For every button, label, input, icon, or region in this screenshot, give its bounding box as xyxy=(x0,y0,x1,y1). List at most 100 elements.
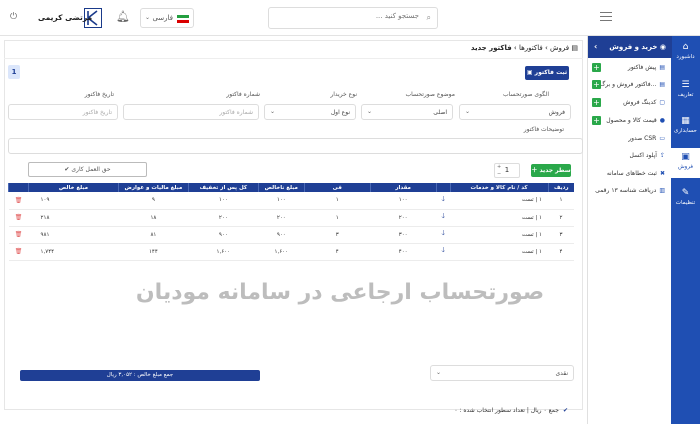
subnav-item-proforma[interactable]: پیش فاکتور ▤ xyxy=(628,64,665,71)
footer-summary: ✔جمع ۰ ریال | تعداد سطور انتخاب شده : ۰ xyxy=(454,407,568,414)
col-header: کد / نام کالا و خدمات xyxy=(449,183,549,192)
arrow-down-icon[interactable]: 🡓 xyxy=(436,243,451,261)
search-input[interactable] xyxy=(279,12,419,20)
payment-method-select[interactable]: ⌄ نقدی xyxy=(430,365,574,381)
add-proforma-icon[interactable]: + xyxy=(592,63,601,72)
buyer-type-select[interactable]: ⌄ نوع اول xyxy=(264,104,356,120)
col-header: مقدار xyxy=(369,183,437,192)
subnav-title[interactable]: ‹ خرید و فروش ◉ xyxy=(588,36,672,58)
chevron-down-icon: ⌄ xyxy=(436,369,442,376)
gear-icon: ✎ xyxy=(681,188,690,198)
table-row[interactable]: ۲ ۱ | تست 🡓 ۲۰۰ ۱ ۲۰۰ ۲۰۰ ۱۸ ۲۱۸ 🗑︎ xyxy=(8,209,574,227)
col-header xyxy=(7,183,29,192)
cart-icon: ▣ xyxy=(681,152,690,162)
coding-icon: ▢ xyxy=(659,99,665,106)
commission-button[interactable]: ✔ حق العمل کاری xyxy=(28,162,147,177)
subnav-item-excel-upload[interactable]: آپلود اکسل ⇪ xyxy=(630,152,665,159)
tab-badge[interactable]: 1 xyxy=(8,65,20,79)
list-icon: ☰ xyxy=(681,80,690,90)
add-row-button[interactable]: ＋ سطر جدید xyxy=(531,164,571,177)
sub-navigation: ‹ خرید و فروش ◉ پیش فاکتور ▤ + فاکتور فرو… xyxy=(587,36,672,424)
col-header: مبلغ مالیات و عوارض xyxy=(117,183,189,192)
arrow-down-icon[interactable]: 🡓 xyxy=(436,192,451,210)
plus-icon: ＋ xyxy=(531,167,538,174)
invoice-date-label: تاریخ فاکتور xyxy=(84,91,114,98)
watermark-caption: صورتحساب ارجاعی در سامانه مودیان xyxy=(135,280,545,305)
trash-icon[interactable]: 🗑︎ xyxy=(8,209,29,227)
add-price-icon[interactable]: + xyxy=(592,116,601,125)
stepper-arrows-icon: + − xyxy=(497,164,502,177)
upload-icon: ⇪ xyxy=(659,152,665,159)
save-icon: ▣ xyxy=(526,69,533,76)
table-row[interactable]: ۳ ۱ | تست 🡓 ۳۰۰ ۳ ۹۰۰ ۹۰۰ ۸۱ ۹۸۱ 🗑︎ xyxy=(8,226,574,244)
subject-label: موضوع صورتحساب xyxy=(405,91,455,98)
add-coding-icon[interactable]: + xyxy=(592,98,601,107)
col-header: مبلغ ناخالص xyxy=(257,183,305,192)
document-icon: ▤ xyxy=(659,81,665,88)
subnav-item-product-price[interactable]: قیمت کالا و محصول ● xyxy=(606,117,665,124)
description-textarea[interactable] xyxy=(8,138,583,154)
chevron-left-icon: ‹ xyxy=(594,42,598,51)
iconbar-item-accounting[interactable]: ▦ حسابداری xyxy=(671,116,700,134)
col-header xyxy=(435,183,451,192)
col-header: کل پس از تخفیف xyxy=(187,183,259,192)
buyer-type-label: نوع خریدار xyxy=(330,91,357,98)
breadcrumb-parent[interactable]: فاکتورها xyxy=(519,44,543,52)
trash-icon[interactable]: 🗑︎ xyxy=(8,226,29,244)
search-icon: ⌕ xyxy=(426,13,431,22)
invoice-number-input[interactable]: شماره فاکتور xyxy=(123,104,259,120)
calculator-icon: ▦ xyxy=(681,116,690,126)
chevron-down-icon: ⌄ xyxy=(270,108,276,115)
subject-select[interactable]: ⌄ اصلی xyxy=(361,104,453,120)
user-name[interactable]: مرتضی کریمی xyxy=(38,13,92,22)
bell-icon[interactable]: 🔔︎ xyxy=(116,10,130,23)
home-icon: ⌂ xyxy=(682,42,689,52)
divider xyxy=(4,58,583,59)
invoice-number-label: شماره فاکتور xyxy=(226,91,260,98)
language-label: فارسی xyxy=(152,14,173,22)
pattern-select[interactable]: ⌄ فروش xyxy=(459,104,571,120)
items-table: ردیف کد / نام کالا و خدمات مقدار فی مبلغ… xyxy=(7,183,574,261)
description-label: توضیحات فاکتور xyxy=(523,126,564,133)
arrow-down-icon[interactable]: 🡓 xyxy=(436,209,451,227)
col-header: مبلغ خالص xyxy=(28,183,119,192)
subnav-item-csr[interactable]: صدور CSR ▭ xyxy=(628,135,665,142)
subnav-item-sales-invoice[interactable]: فاکتور فروش و برگ... ▤ xyxy=(600,81,665,88)
total-net-amount: جمع مبلغ خالص : ۳,۰۵۲ ریال xyxy=(20,370,260,381)
power-icon[interactable]: ⏻ xyxy=(10,12,17,22)
iconbar-item-sales[interactable]: ▣ فروش xyxy=(671,148,700,178)
invoice-date-input[interactable]: تاریخ فاکتور xyxy=(8,104,118,120)
iconbar-item-dashboard[interactable]: ⌂ داشبورد xyxy=(671,42,700,60)
error-icon: ✖ xyxy=(659,170,665,177)
search-box[interactable]: ⌕ xyxy=(268,7,438,29)
iconbar-item-settings[interactable]: ✎ تنظیمات xyxy=(671,188,700,206)
breadcrumb-icon: ▤ xyxy=(571,44,578,52)
row-count-stepper[interactable]: + −1 xyxy=(494,163,520,178)
chevron-down-icon: ⌄ xyxy=(367,108,373,115)
save-invoice-button[interactable]: ▣ ثبت فاکتور xyxy=(525,66,569,80)
col-header: ردیف xyxy=(547,183,574,192)
pattern-label: الگوی صورتحساب xyxy=(503,91,549,98)
subnav-item-system-errors[interactable]: ثبت خطاهای سامانه ✖ xyxy=(607,170,665,177)
breadcrumb: ▤ فروش › فاکتورها › فاکتور جدید xyxy=(470,44,578,52)
trash-icon[interactable]: 🗑︎ xyxy=(8,192,29,210)
subnav-item-sales-coding[interactable]: کدینگ فروش ▢ xyxy=(623,99,665,106)
subnav-item-13-digit-id[interactable]: دریافت شناسه ۱۳ رقمی ▥ xyxy=(595,187,665,194)
arrow-down-icon[interactable]: 🡓 xyxy=(436,226,451,244)
table-row[interactable]: ۱ ۱ | تست 🡓 ۱۰۰ ۱ ۱۰۰ ۱۰۰ ۹ ۱۰۹ 🗑︎ xyxy=(8,192,574,210)
add-invoice-icon[interactable]: + xyxy=(592,80,601,89)
table-row[interactable]: ۴ ۱ | تست 🡓 ۴۰۰ ۴ ۱,۶۰۰ ۱,۶۰۰ ۱۴۴ ۱,۷۴۴ … xyxy=(8,243,574,261)
breadcrumb-current: فاکتور جدید xyxy=(470,44,512,52)
hamburger-menu-icon[interactable] xyxy=(600,12,612,22)
trash-icon[interactable]: 🗑︎ xyxy=(8,243,29,261)
check-icon: ✔ xyxy=(562,407,568,414)
language-select[interactable]: ⌄ فارسی xyxy=(140,8,194,28)
iconbar-item-definitions[interactable]: ☰ تعاریف xyxy=(671,80,700,98)
chevron-down-icon: ⌄ xyxy=(145,14,151,21)
certificate-icon: ▭ xyxy=(659,135,665,142)
document-icon: ▤ xyxy=(659,64,665,71)
id-icon: ▥ xyxy=(659,187,665,194)
breadcrumb-root[interactable]: فروش xyxy=(550,44,569,52)
cart-icon: ◉ xyxy=(659,43,666,51)
chevron-down-icon: ⌄ xyxy=(465,108,471,115)
